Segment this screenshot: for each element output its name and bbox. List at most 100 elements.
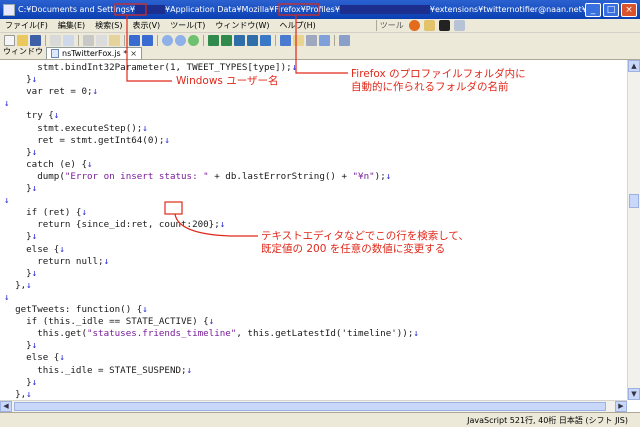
menu-search[interactable]: 検索(S): [90, 20, 127, 31]
tab-nsTwitterFox[interactable]: nsTwitterFox.js * ×: [46, 47, 142, 59]
toolbar-separator: [157, 34, 158, 46]
code-line[interactable]: else {↓: [4, 244, 65, 256]
find-next-icon[interactable]: [175, 34, 186, 46]
code-line[interactable]: this._idle = STATE_SUSPEND;↓: [4, 365, 192, 377]
view-mode-icon-4[interactable]: [247, 34, 258, 46]
scroll-up-icon[interactable]: ▲: [628, 60, 640, 72]
macro-run-icon[interactable]: [306, 34, 317, 46]
line-break-mark: ↓: [291, 62, 298, 73]
line-break-mark: ↓: [31, 183, 38, 194]
close-icon[interactable]: ×: [621, 2, 637, 17]
horizontal-scrollbar[interactable]: ◀ ▶: [0, 400, 627, 412]
code-text: try {: [4, 110, 54, 122]
scroll-right-icon[interactable]: ▶: [615, 401, 627, 412]
line-break-mark: ↓: [219, 219, 226, 231]
save-icon[interactable]: [30, 34, 41, 46]
code-line[interactable]: stmt.executeStep();↓: [4, 123, 148, 135]
redo-icon[interactable]: [142, 34, 153, 46]
code-line[interactable]: return {since_id:ret, count:200};↓: [4, 219, 225, 231]
code-line[interactable]: this.get("statuses.friends_timeline", th…: [4, 328, 419, 340]
code-text: stmt.bindInt32Parameter(1, TWEET_TYPES[t…: [4, 62, 292, 73]
menu-file[interactable]: ファイル(F): [0, 20, 53, 31]
code-line[interactable]: }↓: [4, 377, 37, 389]
print-icon[interactable]: [50, 34, 61, 46]
toolbar-separator: [45, 34, 46, 46]
code-line[interactable]: if (ret) {↓: [4, 207, 87, 219]
code-text: }: [4, 183, 32, 194]
code-line[interactable]: }↓: [4, 268, 37, 280]
view-mode-icon-1[interactable]: [208, 34, 219, 46]
emeditor-app-icon[interactable]: [3, 3, 15, 16]
vertical-scrollbar[interactable]: ▲ ▼: [627, 60, 640, 400]
copy-icon[interactable]: [96, 34, 107, 46]
firefox-icon[interactable]: [408, 20, 420, 31]
code-line[interactable]: try {↓: [4, 110, 59, 122]
code-line[interactable]: ↓: [4, 98, 10, 110]
scroll-left-icon[interactable]: ◀: [0, 401, 12, 412]
line-break-mark: ↓: [31, 74, 38, 86]
code-line[interactable]: getTweets: function() {↓: [4, 304, 148, 316]
window-title: C:¥Documents and Settings¥ ¥Application D…: [18, 5, 585, 14]
folder-icon[interactable]: [423, 20, 435, 31]
undo-icon[interactable]: [129, 34, 140, 46]
code-line[interactable]: ↓: [4, 292, 10, 304]
code-line[interactable]: dump("Error on insert status: " + db.las…: [4, 171, 391, 183]
code-text: catch (e) {: [4, 158, 87, 170]
new-file-icon[interactable]: [4, 34, 15, 46]
menu-tools[interactable]: ツール(T): [165, 20, 210, 31]
menu-help[interactable]: ヘルプ(H): [274, 20, 320, 31]
print-preview-icon[interactable]: [63, 34, 74, 46]
minimize-icon[interactable]: _: [585, 2, 601, 17]
window-label: ウィンドウ: [3, 47, 43, 56]
settings-icon[interactable]: [339, 34, 350, 46]
horizontal-scroll-thumb[interactable]: [14, 402, 606, 411]
code-line[interactable]: }↓: [4, 74, 37, 86]
code-text: }: [4, 340, 32, 352]
menu-window[interactable]: ウィンドウ(W): [210, 20, 274, 31]
macro-icon[interactable]: [293, 34, 304, 46]
vertical-scroll-thumb[interactable]: [629, 194, 639, 208]
code-line[interactable]: }↓: [4, 147, 37, 159]
code-line[interactable]: },↓: [4, 389, 32, 400]
line-break-mark: ↓: [81, 207, 87, 219]
title-path-prefix: C:¥Documents and Settings¥: [18, 5, 136, 14]
menu-view[interactable]: 表示(V): [127, 20, 165, 31]
code-line[interactable]: }↓: [4, 183, 37, 195]
code-line[interactable]: stmt.bindInt32Parameter(1, TWEET_TYPES[t…: [4, 62, 297, 74]
code-line[interactable]: catch (e) {↓: [4, 158, 92, 171]
code-line[interactable]: ret = stmt.getInt64(0);↓: [4, 135, 170, 147]
find-icon[interactable]: [162, 34, 173, 46]
tool-icon[interactable]: [453, 20, 465, 31]
view-mode-icon-2[interactable]: [221, 34, 232, 46]
menu-bar: ファイル(F) 編集(E) 検索(S) 表示(V) ツール(T) ウィンドウ(W…: [0, 19, 640, 33]
view-mode-icon-3[interactable]: [234, 34, 245, 46]
code-line[interactable]: var ret = 0;↓: [4, 86, 98, 98]
open-file-icon[interactable]: [17, 34, 28, 46]
cut-icon[interactable]: [83, 34, 94, 46]
title-bar: C:¥Documents and Settings¥ ¥Application D…: [0, 0, 640, 19]
code-line[interactable]: else {↓: [4, 352, 65, 364]
line-break-mark: ↓: [59, 352, 65, 364]
line-break-mark: ↓: [385, 170, 392, 182]
scroll-down-icon[interactable]: ▼: [628, 388, 640, 400]
line-break-mark: ↓: [4, 291, 10, 303]
command-prompt-icon[interactable]: [438, 20, 450, 31]
tab-close-icon[interactable]: ×: [130, 49, 137, 58]
paste-icon[interactable]: [109, 34, 120, 46]
code-line[interactable]: }↓: [4, 340, 37, 352]
menu-edit[interactable]: 編集(E): [53, 20, 90, 31]
line-break-mark: ↓: [26, 279, 32, 291]
view-mode-icon-5[interactable]: [260, 34, 271, 46]
code-text: ret = stmt.getInt64(0);: [4, 134, 165, 146]
code-line[interactable]: if (this._idle == STATE_ACTIVE) {↓: [4, 316, 214, 328]
code-line[interactable]: return null;↓: [4, 256, 109, 268]
config-icon[interactable]: [280, 34, 291, 46]
annotation-windows-user: Windows ユーザー名: [176, 75, 279, 87]
code-line[interactable]: ↓: [4, 195, 10, 207]
plugin-icon[interactable]: [319, 34, 330, 46]
maximize-icon[interactable]: □: [603, 2, 619, 17]
code-line[interactable]: },↓: [4, 280, 32, 292]
code-line[interactable]: }↓: [4, 231, 37, 243]
replace-icon[interactable]: [188, 34, 199, 46]
toolbar-separator: [334, 34, 335, 46]
